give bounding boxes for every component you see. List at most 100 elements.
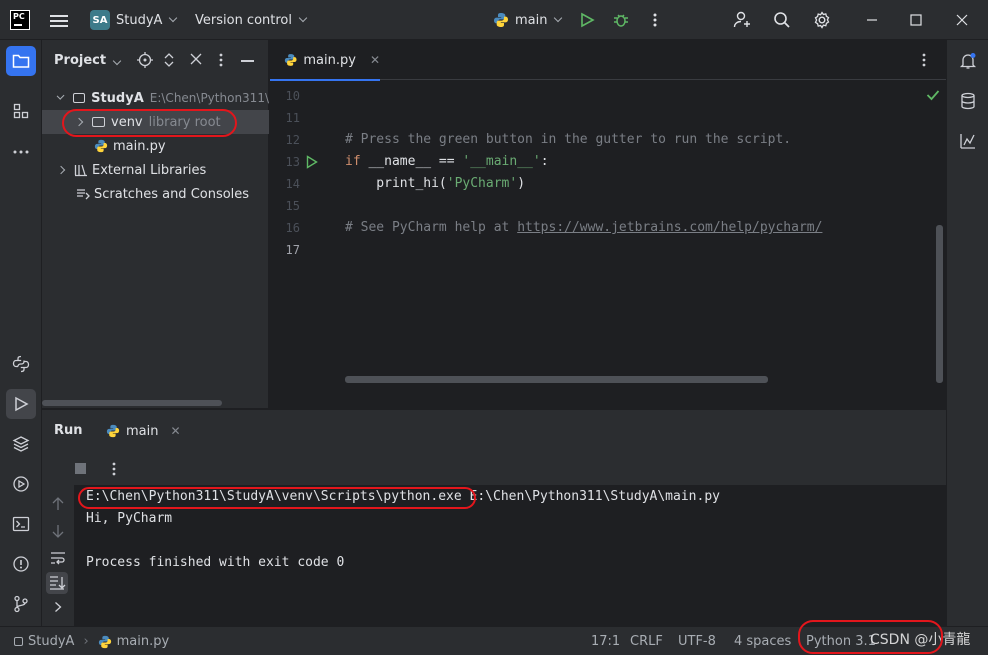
locate-file-icon[interactable] — [137, 52, 153, 68]
chevron-down-icon — [554, 13, 563, 23]
run-tab-main[interactable]: main ✕ — [106, 418, 181, 444]
chevron-right-icon: › — [83, 634, 89, 649]
main-menu-icon[interactable] — [50, 12, 68, 28]
close-tab-icon[interactable]: ✕ — [370, 53, 380, 67]
hide-panel-icon[interactable] — [241, 60, 254, 62]
project-panel-title[interactable]: Project — [54, 53, 122, 68]
line-separator[interactable]: CRLF — [630, 627, 663, 655]
search-icon[interactable] — [772, 10, 792, 30]
library-icon — [74, 164, 87, 177]
breadcrumb[interactable]: StudyA › main.py — [14, 627, 169, 655]
project-badge: SA — [90, 10, 110, 30]
module-icon — [14, 637, 23, 646]
left-tool-window-bar — [0, 40, 42, 626]
more-vertical-icon[interactable] — [112, 461, 116, 481]
project-panel: Project StudyA E:\Chen\Python311\ venv l… — [42, 40, 269, 408]
tab-main-py[interactable]: main.py ✕ — [270, 40, 380, 81]
project-selector[interactable]: SA StudyA — [90, 0, 178, 40]
add-user-icon[interactable] — [732, 10, 752, 30]
close-icon[interactable] — [952, 10, 972, 30]
no-problems-check-icon[interactable] — [926, 89, 940, 105]
help-link[interactable]: https://www.jetbrains.com/help/pycharm/ — [517, 220, 822, 235]
run-config-selector[interactable]: main — [493, 0, 563, 40]
python-file-icon — [284, 54, 297, 66]
scroll-to-end-icon[interactable] — [46, 572, 68, 594]
tree-item-studya[interactable]: StudyA E:\Chen\Python311\ — [42, 86, 269, 110]
editor-gutter: 10 11 12 13 14 15 16 17 — [270, 81, 342, 408]
annotation-oval-venv — [62, 109, 237, 137]
vcs-selector[interactable]: Version control — [195, 0, 308, 40]
maximize-icon[interactable] — [906, 10, 926, 30]
indent-setting[interactable]: 4 spaces — [734, 627, 791, 655]
line-number: 12 — [285, 133, 300, 147]
folder-icon — [73, 93, 86, 103]
line-number: 11 — [285, 111, 300, 125]
line-number: 17 — [285, 243, 300, 257]
chevron-right-icon[interactable] — [54, 601, 62, 617]
expand-collapse-icon[interactable] — [163, 52, 175, 68]
sciview-icon[interactable] — [953, 126, 983, 156]
python-icon — [494, 13, 508, 27]
line-number: 13 — [285, 155, 300, 169]
minimize-icon[interactable] — [862, 10, 882, 30]
console-line-exit: Process finished with exit code 0 — [86, 555, 345, 570]
project-folder-icon[interactable] — [6, 46, 36, 76]
chevron-down-icon — [169, 13, 178, 23]
structure-icon[interactable] — [6, 96, 36, 126]
python-icon — [106, 424, 120, 438]
editor-horizontal-scrollbar[interactable] — [345, 376, 768, 383]
chevron-down-icon — [56, 91, 65, 101]
code-editor[interactable]: # Press the green button in the gutter t… — [342, 81, 946, 408]
stop-icon[interactable] — [75, 463, 86, 474]
project-horizontal-scrollbar[interactable] — [42, 400, 222, 406]
close-tab-icon[interactable]: ✕ — [170, 424, 180, 438]
python-file-icon — [94, 139, 108, 153]
run-side-toolbar — [42, 455, 74, 626]
soft-wrap-icon[interactable] — [50, 551, 66, 569]
layers-icon[interactable] — [6, 429, 36, 459]
close-panel-icon[interactable] — [190, 53, 204, 67]
problems-icon[interactable] — [6, 549, 36, 579]
tree-item-scratches[interactable]: Scratches and Consoles — [42, 182, 269, 206]
more-vertical-icon[interactable] — [645, 10, 665, 30]
python-console-icon[interactable] — [6, 349, 36, 379]
chevron-right-icon — [56, 165, 66, 175]
more-horizontal-icon[interactable] — [6, 137, 36, 167]
terminal-icon[interactable] — [6, 509, 36, 539]
code-line-12: # Press the green button in the gutter t… — [345, 132, 792, 147]
vcs-label: Version control — [195, 12, 292, 28]
debug-icon[interactable] — [611, 10, 631, 30]
console-line-output: Hi, PyCharm — [86, 511, 173, 526]
python-file-icon — [98, 635, 111, 648]
line-number: 16 — [285, 221, 300, 235]
gear-icon[interactable] — [812, 10, 832, 30]
tree-item-main-py[interactable]: main.py — [42, 134, 269, 158]
annotation-oval-interpreter — [798, 620, 943, 654]
right-tool-window-bar — [946, 40, 988, 626]
line-number: 15 — [285, 199, 300, 213]
more-vertical-icon[interactable] — [219, 52, 225, 68]
line-number: 14 — [285, 177, 300, 191]
editor-vertical-scrollbar[interactable] — [936, 225, 943, 383]
code-line-14: print_hi('PyCharm') — [345, 176, 526, 191]
pycharm-logo-icon[interactable]: PC — [10, 10, 30, 30]
line-number: 10 — [285, 89, 300, 103]
cursor-position[interactable]: 17:1 — [591, 627, 620, 655]
tree-item-external-libraries[interactable]: External Libraries — [42, 158, 269, 182]
arrow-up-icon[interactable] — [52, 497, 64, 515]
database-icon[interactable] — [953, 86, 983, 116]
git-icon[interactable] — [6, 589, 36, 619]
arrow-down-icon[interactable] — [52, 524, 64, 542]
file-encoding[interactable]: UTF-8 — [678, 627, 716, 655]
code-line-16: # See PyCharm help at https://www.jetbra… — [345, 220, 823, 235]
more-vertical-icon[interactable] — [922, 52, 926, 72]
run-tool-icon[interactable] — [6, 389, 36, 419]
services-icon[interactable] — [6, 469, 36, 499]
run-config-label: main — [515, 12, 548, 28]
chevron-down-icon — [298, 13, 308, 23]
chevron-down-icon — [112, 56, 122, 66]
gutter-run-icon[interactable] — [306, 155, 318, 173]
run-icon[interactable] — [577, 10, 597, 30]
run-panel-title: Run — [54, 423, 83, 438]
notifications-icon[interactable] — [953, 46, 983, 76]
